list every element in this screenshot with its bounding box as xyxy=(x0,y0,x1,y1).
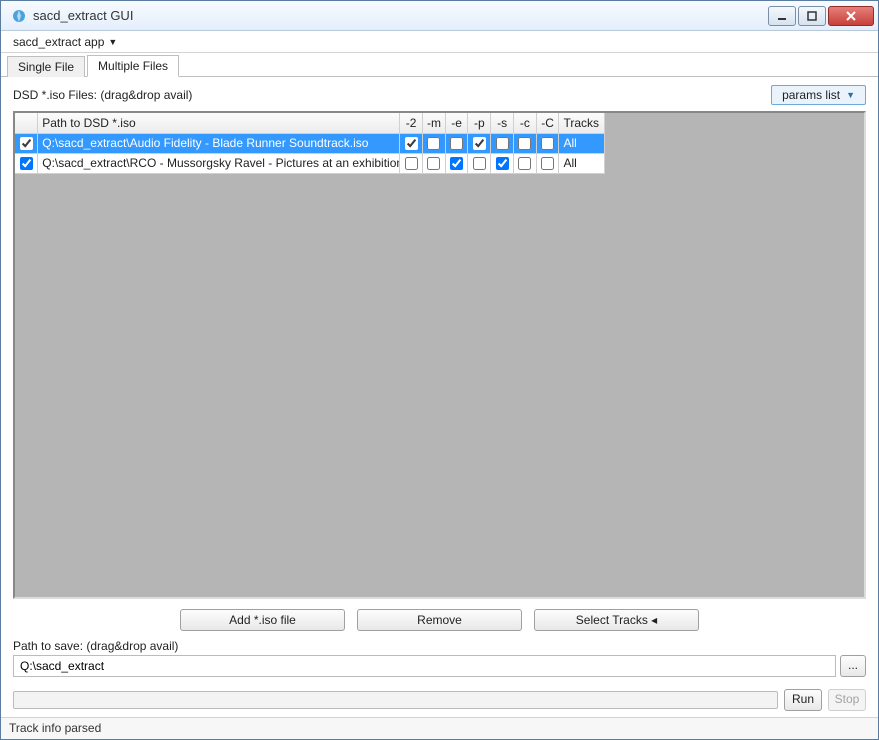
stop-button[interactable]: Stop xyxy=(828,689,866,711)
app-window: sacd_extract GUI sacd_extract app ▼ Sing… xyxy=(0,0,879,740)
col-header-p[interactable]: -p xyxy=(468,113,491,133)
col-header-tracks[interactable]: Tracks xyxy=(559,113,605,133)
grid-header-row: Path to DSD *.iso -2 -m -e -p -s -c -C T… xyxy=(15,113,605,133)
col-header-m[interactable]: -m xyxy=(422,113,445,133)
close-button[interactable] xyxy=(828,6,874,26)
menubar: sacd_extract app ▼ xyxy=(1,31,878,53)
row-path: Q:\sacd_extract\RCO - Mussorgsky Ravel -… xyxy=(38,153,400,173)
app-icon xyxy=(11,8,27,24)
window-title: sacd_extract GUI xyxy=(33,8,768,23)
row-flag-m[interactable] xyxy=(427,157,440,170)
maximize-button[interactable] xyxy=(798,6,826,26)
col-header-path[interactable]: Path to DSD *.iso xyxy=(38,113,400,133)
app-menu[interactable]: sacd_extract app ▼ xyxy=(7,33,123,51)
row-flag-c[interactable] xyxy=(518,157,531,170)
status-text: Track info parsed xyxy=(9,721,101,735)
row-path: Q:\sacd_extract\Audio Fidelity - Blade R… xyxy=(38,133,400,153)
col-header-s[interactable]: -s xyxy=(491,113,514,133)
dropdown-icon: ▼ xyxy=(108,37,117,47)
status-bar: Track info parsed xyxy=(1,717,878,739)
row-enable-checkbox[interactable] xyxy=(20,137,33,150)
row-flag-m[interactable] xyxy=(427,137,440,150)
params-list-label: params list xyxy=(782,88,840,102)
row-flag-e[interactable] xyxy=(450,137,463,150)
dsd-files-label: DSD *.iso Files: (drag&drop avail) xyxy=(13,88,192,102)
row-tracks: All xyxy=(559,153,605,173)
row-flag-p[interactable] xyxy=(473,157,486,170)
window-controls xyxy=(768,6,874,26)
minimize-button[interactable] xyxy=(768,6,796,26)
run-button[interactable]: Run xyxy=(784,689,822,711)
save-path-label: Path to save: (drag&drop avail) xyxy=(13,639,866,653)
iso-files-grid-container[interactable]: Path to DSD *.iso -2 -m -e -p -s -c -C T… xyxy=(13,111,866,599)
browse-button[interactable]: ... xyxy=(840,655,866,677)
row-flag-s[interactable] xyxy=(496,137,509,150)
row-flag-2[interactable] xyxy=(405,137,418,150)
select-tracks-button[interactable]: Select Tracks ◂ xyxy=(534,609,699,631)
row-flag-C[interactable] xyxy=(541,157,554,170)
save-path-input[interactable] xyxy=(13,655,836,677)
row-flag-p[interactable] xyxy=(473,137,486,150)
action-button-row: Add *.iso file Remove Select Tracks ◂ xyxy=(13,599,866,639)
col-header-e[interactable]: -e xyxy=(445,113,468,133)
titlebar: sacd_extract GUI xyxy=(1,1,878,31)
tab-strip: Single File Multiple Files xyxy=(1,53,878,77)
top-row: DSD *.iso Files: (drag&drop avail) param… xyxy=(13,85,866,105)
col-header-c[interactable]: -c xyxy=(513,113,536,133)
col-header-select[interactable] xyxy=(15,113,38,133)
row-flag-c[interactable] xyxy=(518,137,531,150)
row-enable-checkbox[interactable] xyxy=(20,157,33,170)
tab-multiple-files[interactable]: Multiple Files xyxy=(87,55,179,77)
progress-row: Run Stop xyxy=(1,683,878,717)
save-path-row: Path to save: (drag&drop avail) ... xyxy=(13,639,866,683)
row-flag-e[interactable] xyxy=(450,157,463,170)
app-menu-label: sacd_extract app xyxy=(13,35,104,49)
progress-bar xyxy=(13,691,778,709)
add-iso-button[interactable]: Add *.iso file xyxy=(180,609,345,631)
col-header-C[interactable]: -C xyxy=(536,113,559,133)
params-list-button[interactable]: params list ▼ xyxy=(771,85,866,105)
table-row[interactable]: Q:\sacd_extract\RCO - Mussorgsky Ravel -… xyxy=(15,153,605,173)
row-tracks: All xyxy=(559,133,605,153)
dropdown-icon: ▼ xyxy=(846,90,855,100)
col-header-2[interactable]: -2 xyxy=(400,113,423,133)
table-row[interactable]: Q:\sacd_extract\Audio Fidelity - Blade R… xyxy=(15,133,605,153)
client-area: Single File Multiple Files DSD *.iso Fil… xyxy=(1,53,878,739)
tab-single-file[interactable]: Single File xyxy=(7,56,85,77)
row-flag-2[interactable] xyxy=(405,157,418,170)
tab-content: DSD *.iso Files: (drag&drop avail) param… xyxy=(1,77,878,683)
iso-files-grid: Path to DSD *.iso -2 -m -e -p -s -c -C T… xyxy=(15,113,605,174)
row-flag-s[interactable] xyxy=(496,157,509,170)
remove-button[interactable]: Remove xyxy=(357,609,522,631)
row-flag-C[interactable] xyxy=(541,137,554,150)
